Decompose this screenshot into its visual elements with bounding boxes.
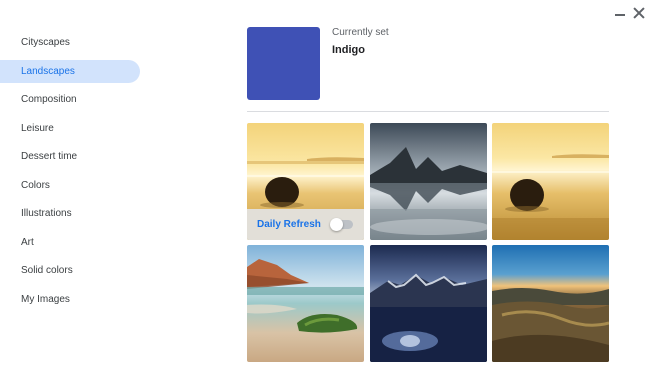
toggle-knob	[330, 218, 343, 231]
close-icon[interactable]	[630, 4, 648, 22]
divider	[247, 111, 609, 112]
wallpaper-image	[370, 245, 487, 362]
sidebar-item-art[interactable]: Art	[0, 231, 140, 254]
wallpaper-tile-fjord[interactable]	[370, 123, 487, 240]
sidebar-item-dessert-time[interactable]: Dessert time	[0, 145, 140, 168]
daily-refresh-toggle[interactable]	[330, 218, 353, 231]
sidebar-item-cityscapes[interactable]: Cityscapes	[0, 31, 140, 54]
category-sidebar: Cityscapes Landscapes Composition Leisur…	[0, 31, 140, 316]
minimize-icon[interactable]	[611, 4, 629, 22]
sidebar-item-my-images[interactable]: My Images	[0, 288, 140, 311]
wallpaper-image	[247, 245, 364, 362]
wallpaper-image	[370, 123, 487, 240]
wallpaper-tile-sunset-hills[interactable]	[492, 245, 609, 362]
wallpaper-image	[492, 245, 609, 362]
daily-refresh-bar: Daily Refresh	[247, 209, 364, 240]
sidebar-item-illustrations[interactable]: Illustrations	[0, 202, 140, 225]
current-wallpaper-name: Indigo	[332, 44, 365, 56]
wallpaper-tile-coastal-cliffs[interactable]	[247, 245, 364, 362]
wallpaper-tile-mountain-lake[interactable]	[370, 245, 487, 362]
wallpaper-tile-golden-beach[interactable]	[492, 123, 609, 240]
sidebar-item-colors[interactable]: Colors	[0, 174, 140, 197]
wallpaper-image	[492, 123, 609, 240]
sidebar-item-composition[interactable]: Composition	[0, 88, 140, 111]
sidebar-item-leisure[interactable]: Leisure	[0, 117, 140, 140]
current-wallpaper-preview	[247, 27, 320, 100]
daily-refresh-label: Daily Refresh	[257, 219, 321, 230]
currently-set-label: Currently set	[332, 27, 389, 38]
sidebar-item-solid-colors[interactable]: Solid colors	[0, 259, 140, 282]
sidebar-item-landscapes[interactable]: Landscapes	[0, 59, 140, 83]
wallpaper-tile-daily-refresh[interactable]: Daily Refresh	[247, 123, 364, 240]
